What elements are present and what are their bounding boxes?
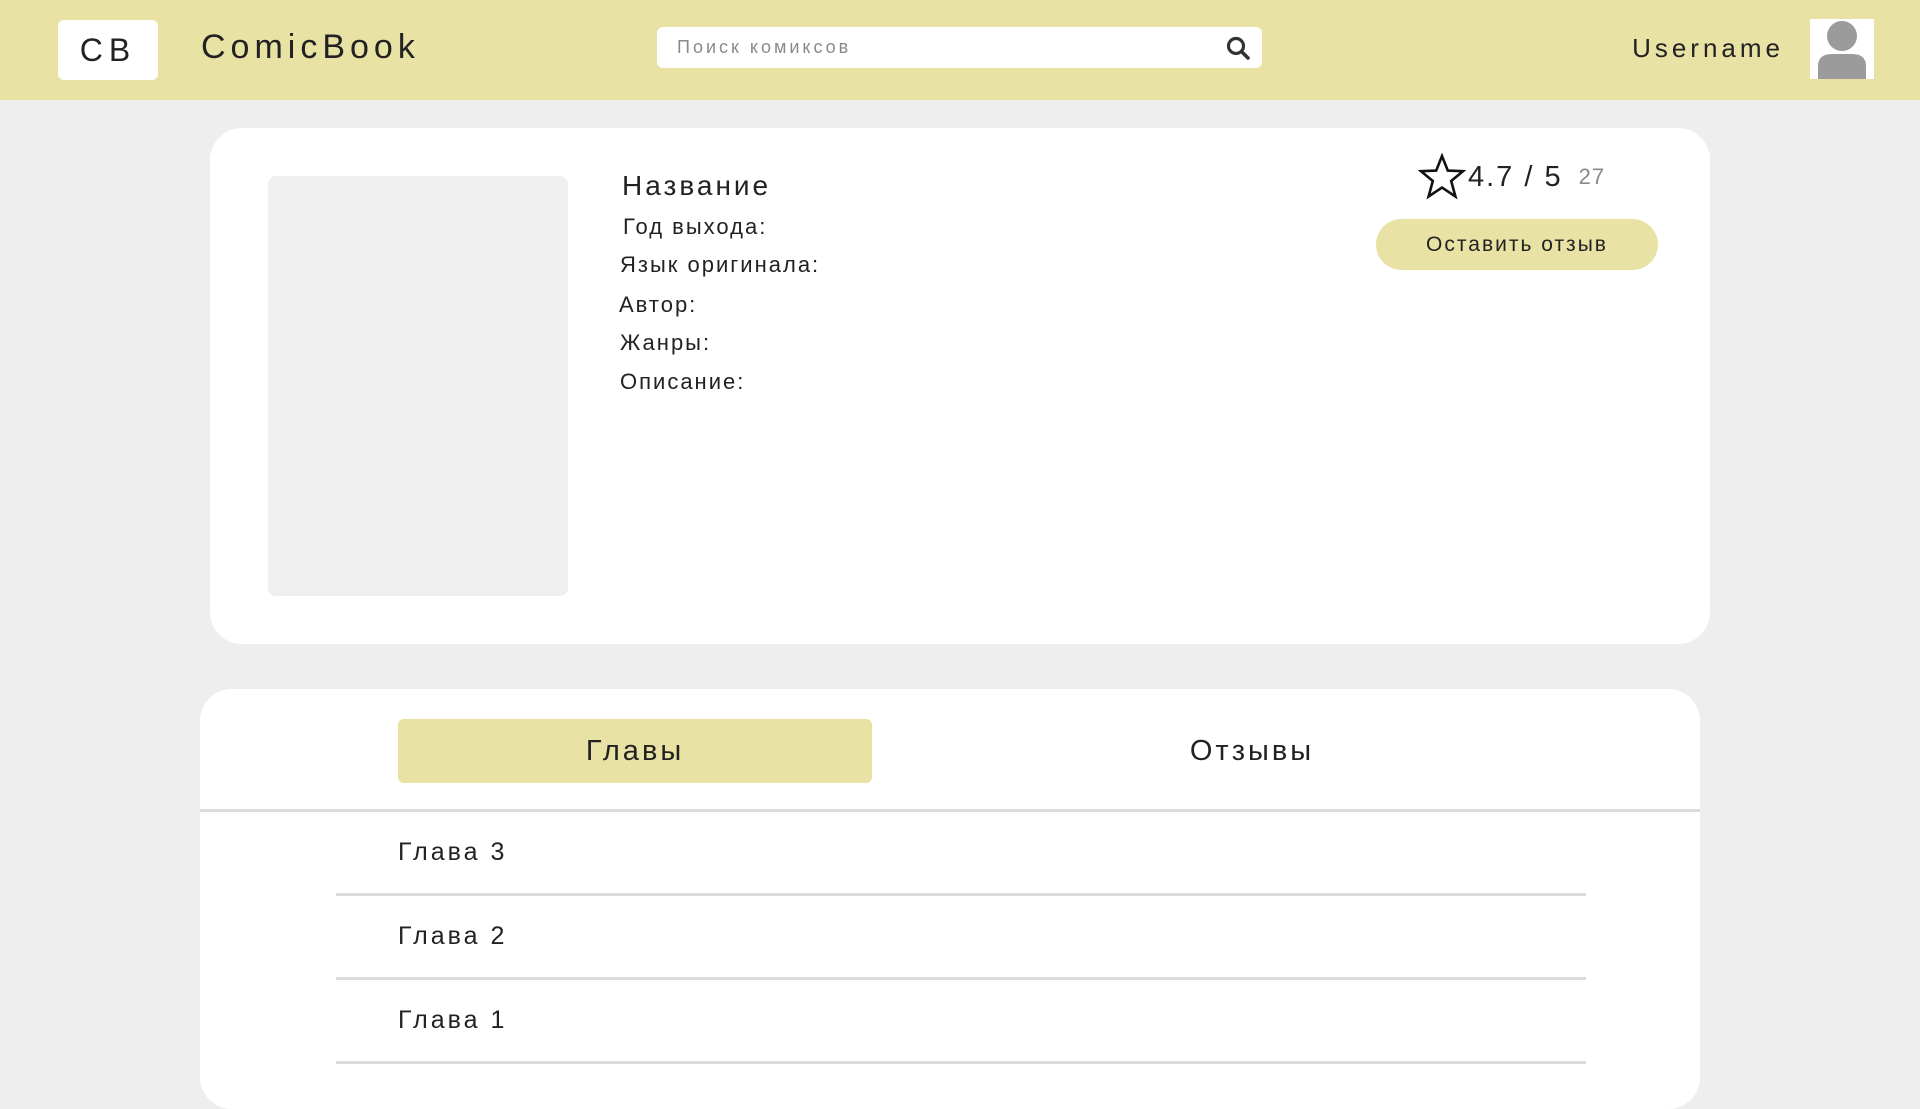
genres-label: Жанры: bbox=[620, 330, 712, 355]
comic-cover-image bbox=[268, 176, 568, 596]
search-bar bbox=[657, 27, 1262, 68]
star-icon[interactable] bbox=[1418, 153, 1466, 201]
chapter-row[interactable]: Глава 2 bbox=[336, 896, 1586, 980]
top-header: CB ComicBook Username bbox=[0, 0, 1920, 100]
chapter-row[interactable]: Глава 1 bbox=[336, 980, 1586, 1064]
logo[interactable]: CB bbox=[58, 20, 158, 80]
brand-name[interactable]: ComicBook bbox=[201, 28, 420, 67]
chapter-title: Глава 1 bbox=[398, 1006, 508, 1034]
comic-title: Название bbox=[622, 170, 772, 201]
chapter-title: Глава 3 bbox=[398, 838, 508, 866]
description-label: Описание: bbox=[620, 369, 746, 394]
comic-info-card: Название Год выхода: Язык оригинала: Авт… bbox=[210, 128, 1710, 644]
rating-count: 27 bbox=[1578, 164, 1606, 189]
chapter-title: Глава 2 bbox=[398, 922, 508, 950]
author-label: Автор: bbox=[619, 292, 698, 317]
language-label: Язык оригинала: bbox=[620, 252, 821, 277]
chapter-row[interactable]: Глава 3 bbox=[336, 812, 1586, 896]
year-label: Год выхода: bbox=[623, 214, 768, 239]
leave-review-button[interactable]: Оставить отзыв bbox=[1376, 219, 1658, 270]
search-icon[interactable] bbox=[1224, 34, 1252, 62]
search-input[interactable] bbox=[657, 27, 1217, 68]
username-label[interactable]: Username bbox=[1632, 33, 1784, 64]
content-card: Главы Отзывы Глава 3 Глава 2 Глава 1 bbox=[200, 689, 1700, 1109]
tab-chapters[interactable]: Главы bbox=[398, 719, 872, 783]
tab-reviews[interactable]: Отзывы bbox=[1015, 719, 1489, 783]
avatar-silhouette-icon bbox=[1818, 21, 1866, 79]
rating-block: 4.7 / 5 27 bbox=[1418, 152, 1605, 202]
logo-text: CB bbox=[79, 31, 137, 68]
rating-value: 4.7 / 5 bbox=[1468, 160, 1563, 193]
user-avatar-icon[interactable] bbox=[1810, 19, 1874, 79]
